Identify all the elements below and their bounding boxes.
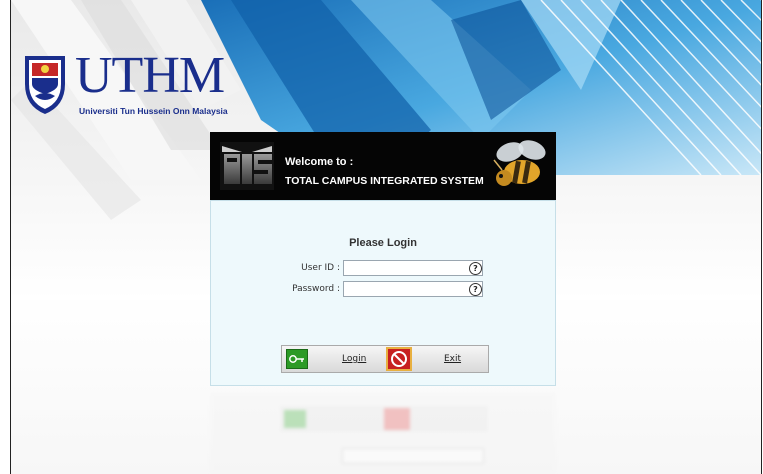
login-panel: Welcome to : TOTAL CAMPUS INTEGRATED SYS… — [210, 132, 556, 386]
page-frame: UTHM Universiti Tun Hussein Onn Malaysia — [10, 0, 762, 474]
uthm-crest-icon — [25, 56, 65, 114]
panel-reflection — [210, 392, 556, 474]
login-form: Please Login User ID : ? Password : ? Lo… — [210, 200, 556, 386]
user-id-input[interactable] — [343, 260, 483, 276]
user-id-help-icon[interactable]: ? — [469, 262, 482, 275]
bee-icon — [493, 140, 546, 186]
logo-text: UTHM — [75, 47, 225, 104]
tis-logo-icon — [220, 142, 274, 190]
no-entry-icon[interactable] — [386, 347, 412, 371]
password-label: Password : — [292, 284, 340, 294]
uthm-logo[interactable]: UTHM Universiti Tun Hussein Onn Malaysia — [23, 47, 243, 122]
password-help-icon[interactable]: ? — [469, 283, 482, 296]
password-input[interactable] — [343, 281, 483, 297]
user-id-label: User ID : — [301, 263, 340, 273]
action-bar: Login Exit — [281, 345, 489, 373]
welcome-text: Welcome to : — [285, 156, 354, 168]
login-link[interactable]: Login — [342, 354, 366, 364]
university-name: Universiti Tun Hussein Onn Malaysia — [79, 106, 228, 116]
exit-link[interactable]: Exit — [444, 354, 461, 364]
system-banner: Welcome to : TOTAL CAMPUS INTEGRATED SYS… — [210, 132, 556, 200]
system-name: TOTAL CAMPUS INTEGRATED SYSTEM — [285, 175, 484, 187]
login-heading: Please Login — [349, 237, 417, 249]
key-icon[interactable] — [286, 349, 308, 369]
